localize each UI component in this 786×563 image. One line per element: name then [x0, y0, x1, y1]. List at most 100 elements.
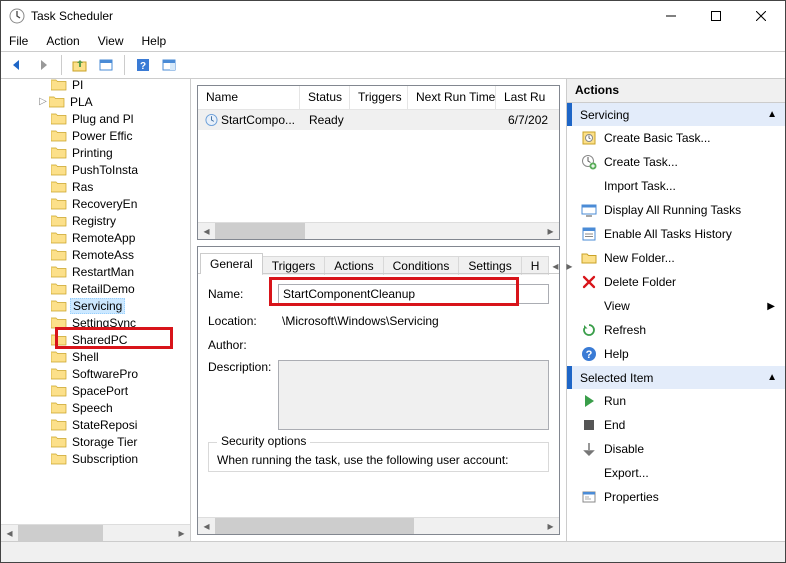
forward-button[interactable]	[31, 54, 55, 76]
tasklist-hscroll[interactable]: ◂ ▸	[198, 222, 559, 239]
window: Task Scheduler File Action View Help ? O…	[0, 0, 786, 563]
col-name[interactable]: Name	[198, 86, 300, 109]
statusbar	[1, 542, 785, 562]
folder-icon	[51, 248, 67, 261]
tree-item-power-effic[interactable]: Power Effic	[1, 127, 190, 144]
col-lastrun[interactable]: Last Ru	[496, 86, 559, 109]
scroll-right-icon[interactable]: ▸	[173, 525, 190, 542]
action-display-all-running-tasks[interactable]: Display All Running Tasks	[567, 198, 785, 222]
scroll-left-icon[interactable]: ◂	[198, 223, 215, 240]
tree-item-settingsync[interactable]: SettingSync	[1, 314, 190, 331]
action-disable[interactable]: Disable	[567, 437, 785, 461]
tree-item-remoteass[interactable]: RemoteAss	[1, 246, 190, 263]
action-new-folder[interactable]: New Folder...	[567, 246, 785, 270]
close-button[interactable]	[738, 2, 783, 30]
folder-icon	[51, 418, 67, 431]
action-label: Properties	[604, 490, 659, 504]
section-selected-item[interactable]: Selected Item ▲	[567, 366, 785, 389]
tree-item-printing[interactable]: Printing	[1, 144, 190, 161]
tree-item-retaildemo[interactable]: RetailDemo	[1, 280, 190, 297]
action-enable-all-tasks-history[interactable]: Enable All Tasks History	[567, 222, 785, 246]
scroll-thumb[interactable]	[215, 223, 305, 239]
details-hscroll[interactable]: ◂ ▸	[198, 517, 559, 534]
tree-item-label: PushToInsta	[70, 163, 140, 177]
folder-icon	[51, 231, 67, 244]
pane-toolbar-button[interactable]	[157, 54, 181, 76]
scroll-thumb[interactable]	[215, 518, 414, 534]
action-end[interactable]: End	[567, 413, 785, 437]
action-create-basic-task[interactable]: Create Basic Task...	[567, 126, 785, 150]
enable-history-icon	[581, 226, 597, 242]
tree-item-statereposi[interactable]: StateReposi	[1, 416, 190, 433]
action-import-task[interactable]: Import Task...	[567, 174, 785, 198]
back-button[interactable]	[5, 54, 29, 76]
col-triggers[interactable]: Triggers	[350, 86, 408, 109]
scroll-right-icon[interactable]: ▸	[542, 223, 559, 240]
properties-toolbar-button[interactable]	[94, 54, 118, 76]
tree-item-label: Servicing	[70, 298, 125, 314]
up-button[interactable]	[68, 54, 92, 76]
collapse-icon[interactable]: ▲	[767, 372, 777, 383]
tree-item-label: Speech	[70, 401, 115, 415]
action-export[interactable]: Export...	[567, 461, 785, 485]
tree-item-registry[interactable]: Registry	[1, 212, 190, 229]
tree-item-remoteapp[interactable]: RemoteApp	[1, 229, 190, 246]
minimize-button[interactable]	[648, 2, 693, 30]
action-create-task[interactable]: Create Task...	[567, 150, 785, 174]
tree-item-recoveryen[interactable]: RecoveryEn	[1, 195, 190, 212]
action-view[interactable]: View▶	[567, 294, 785, 318]
action-help[interactable]: ?Help	[567, 342, 785, 366]
folder-icon	[51, 214, 67, 227]
action-delete-folder[interactable]: Delete Folder	[567, 270, 785, 294]
tree-item-subscription[interactable]: Subscription	[1, 450, 190, 467]
name-field[interactable]: StartComponentCleanup	[278, 284, 549, 304]
tree-item-ras[interactable]: Ras	[1, 178, 190, 195]
tree-item-sharedpc[interactable]: SharedPC	[1, 331, 190, 348]
action-refresh[interactable]: Refresh	[567, 318, 785, 342]
expand-icon[interactable]: ▷	[37, 96, 49, 107]
menu-file[interactable]: File	[7, 34, 30, 48]
menu-help[interactable]: Help	[140, 34, 169, 48]
none-icon	[581, 178, 597, 194]
scroll-thumb[interactable]	[18, 525, 103, 541]
tree-scroll[interactable]: Offline FilesPI▷PLAPlug and PlPower Effi…	[1, 79, 190, 524]
none-icon	[581, 298, 597, 314]
tab-prev-icon[interactable]: ◂	[548, 259, 562, 273]
tree-item-restartman[interactable]: RestartMan	[1, 263, 190, 280]
tree-item-label: SoftwarePro	[70, 367, 140, 381]
tree-hscrollbar[interactable]: ◂ ▸	[1, 524, 190, 541]
tab-general[interactable]: General	[200, 253, 263, 274]
maximize-button[interactable]	[693, 2, 738, 30]
tree-item-pushtoinsta[interactable]: PushToInsta	[1, 161, 190, 178]
description-field[interactable]	[278, 360, 549, 430]
scroll-left-icon[interactable]: ◂	[198, 518, 215, 535]
tree-item-pi[interactable]: PI	[1, 79, 190, 93]
menu-view[interactable]: View	[96, 34, 126, 48]
action-properties[interactable]: Properties	[567, 485, 785, 509]
col-status[interactable]: Status	[300, 86, 350, 109]
help-icon: ?	[581, 346, 597, 362]
tree-item-softwarepro[interactable]: SoftwarePro	[1, 365, 190, 382]
task-row[interactable]: StartCompo... Ready 6/7/202	[198, 110, 559, 130]
tree-item-shell[interactable]: Shell	[1, 348, 190, 365]
folder-icon	[51, 367, 67, 380]
tree-item-servicing[interactable]: Servicing	[1, 297, 190, 314]
scroll-left-icon[interactable]: ◂	[1, 525, 18, 542]
menu-action[interactable]: Action	[44, 34, 81, 48]
action-run[interactable]: Run	[567, 389, 785, 413]
actions-scroll[interactable]: Servicing ▲ Create Basic Task...Create T…	[567, 103, 785, 541]
tree-item-speech[interactable]: Speech	[1, 399, 190, 416]
action-label: Refresh	[604, 323, 646, 337]
tab-next-icon[interactable]: ▸	[562, 259, 576, 273]
col-nextrun[interactable]: Next Run Time	[408, 86, 496, 109]
section-servicing[interactable]: Servicing ▲	[567, 103, 785, 126]
actions-pane: Actions Servicing ▲ Create Basic Task...…	[567, 79, 785, 541]
tree-item-pla[interactable]: ▷PLA	[1, 93, 190, 110]
scroll-right-icon[interactable]: ▸	[542, 518, 559, 535]
collapse-icon[interactable]: ▲	[767, 109, 777, 120]
tree-item-plug-and-pl[interactable]: Plug and Pl	[1, 110, 190, 127]
help-toolbar-button[interactable]: ?	[131, 54, 155, 76]
tree-item-spaceport[interactable]: SpacePort	[1, 382, 190, 399]
action-label: New Folder...	[604, 251, 675, 265]
tree-item-storage-tier[interactable]: Storage Tier	[1, 433, 190, 450]
